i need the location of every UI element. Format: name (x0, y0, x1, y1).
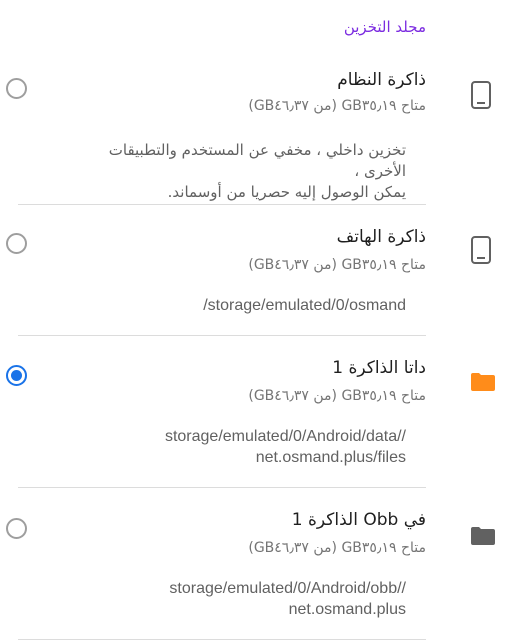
option-description: storage/emulated/0/Android/obb// net.osm… (106, 578, 406, 620)
option-description-line1: تخزين داخلي ، مخفي عن المستخدم والتطبيقا… (108, 141, 406, 180)
storage-folder-screen: مجلد التخزين ذاكرة النظام متاح ‎GB٣٥٫١٩ … (0, 0, 516, 641)
radio-button[interactable] (6, 518, 27, 539)
option-description: /storage/emulated/0/osmand (203, 297, 406, 314)
option-description: storage/emulated/0/Android/data// net.os… (106, 426, 406, 468)
option-description-line2: net.osmand.plus (288, 601, 406, 618)
storage-option-phone[interactable]: ذاكرة الهاتف متاح ‎GB٣٥٫١٩ (من ‎GB٤٦٫٣٧)… (0, 205, 516, 335)
option-title: ذاكرة الهاتف (336, 227, 426, 247)
option-description-line1: storage/emulated/0/Android/obb// (169, 580, 406, 597)
option-subtitle: متاح ‎GB٣٥٫١٩ (من ‎GB٤٦٫٣٧) (248, 388, 426, 404)
option-title: داتا الذاكرة 1 (332, 358, 426, 378)
folder-icon (470, 372, 496, 392)
option-subtitle: متاح ‎GB٣٥٫١٩ (من ‎GB٤٦٫٣٧) (248, 257, 426, 273)
option-subtitle: متاح ‎GB٣٥٫١٩ (من ‎GB٤٦٫٣٧) (248, 540, 426, 556)
divider (18, 639, 426, 640)
option-description: تخزين داخلي ، مخفي عن المستخدم والتطبيقا… (106, 140, 406, 203)
radio-button[interactable] (6, 78, 27, 99)
option-title: ذاكرة النظام (337, 70, 426, 90)
radio-button[interactable] (6, 233, 27, 254)
phone-icon (470, 80, 492, 110)
option-title: في Obb الذاكرة 1 (291, 510, 426, 530)
radio-button-selected[interactable] (6, 365, 27, 386)
option-description-line2: يمكن الوصول إليه حصريا من أوسماند. (167, 183, 406, 201)
option-description-line2: net.osmand.plus/files (255, 449, 406, 466)
phone-icon (470, 235, 492, 265)
storage-option-obb[interactable]: في Obb الذاكرة 1 متاح ‎GB٣٥٫١٩ (من ‎GB٤٦… (0, 488, 516, 640)
option-description-line1: storage/emulated/0/Android/data// (164, 428, 406, 445)
storage-option-data[interactable]: داتا الذاكرة 1 متاح ‎GB٣٥٫١٩ (من ‎GB٤٦٫٣… (0, 336, 516, 486)
option-subtitle: متاح ‎GB٣٥٫١٩ (من ‎GB٤٦٫٣٧) (248, 98, 426, 114)
storage-option-system[interactable]: ذاكرة النظام متاح ‎GB٣٥٫١٩ (من ‎GB٤٦٫٣٧)… (0, 0, 516, 203)
folder-icon (470, 526, 496, 546)
